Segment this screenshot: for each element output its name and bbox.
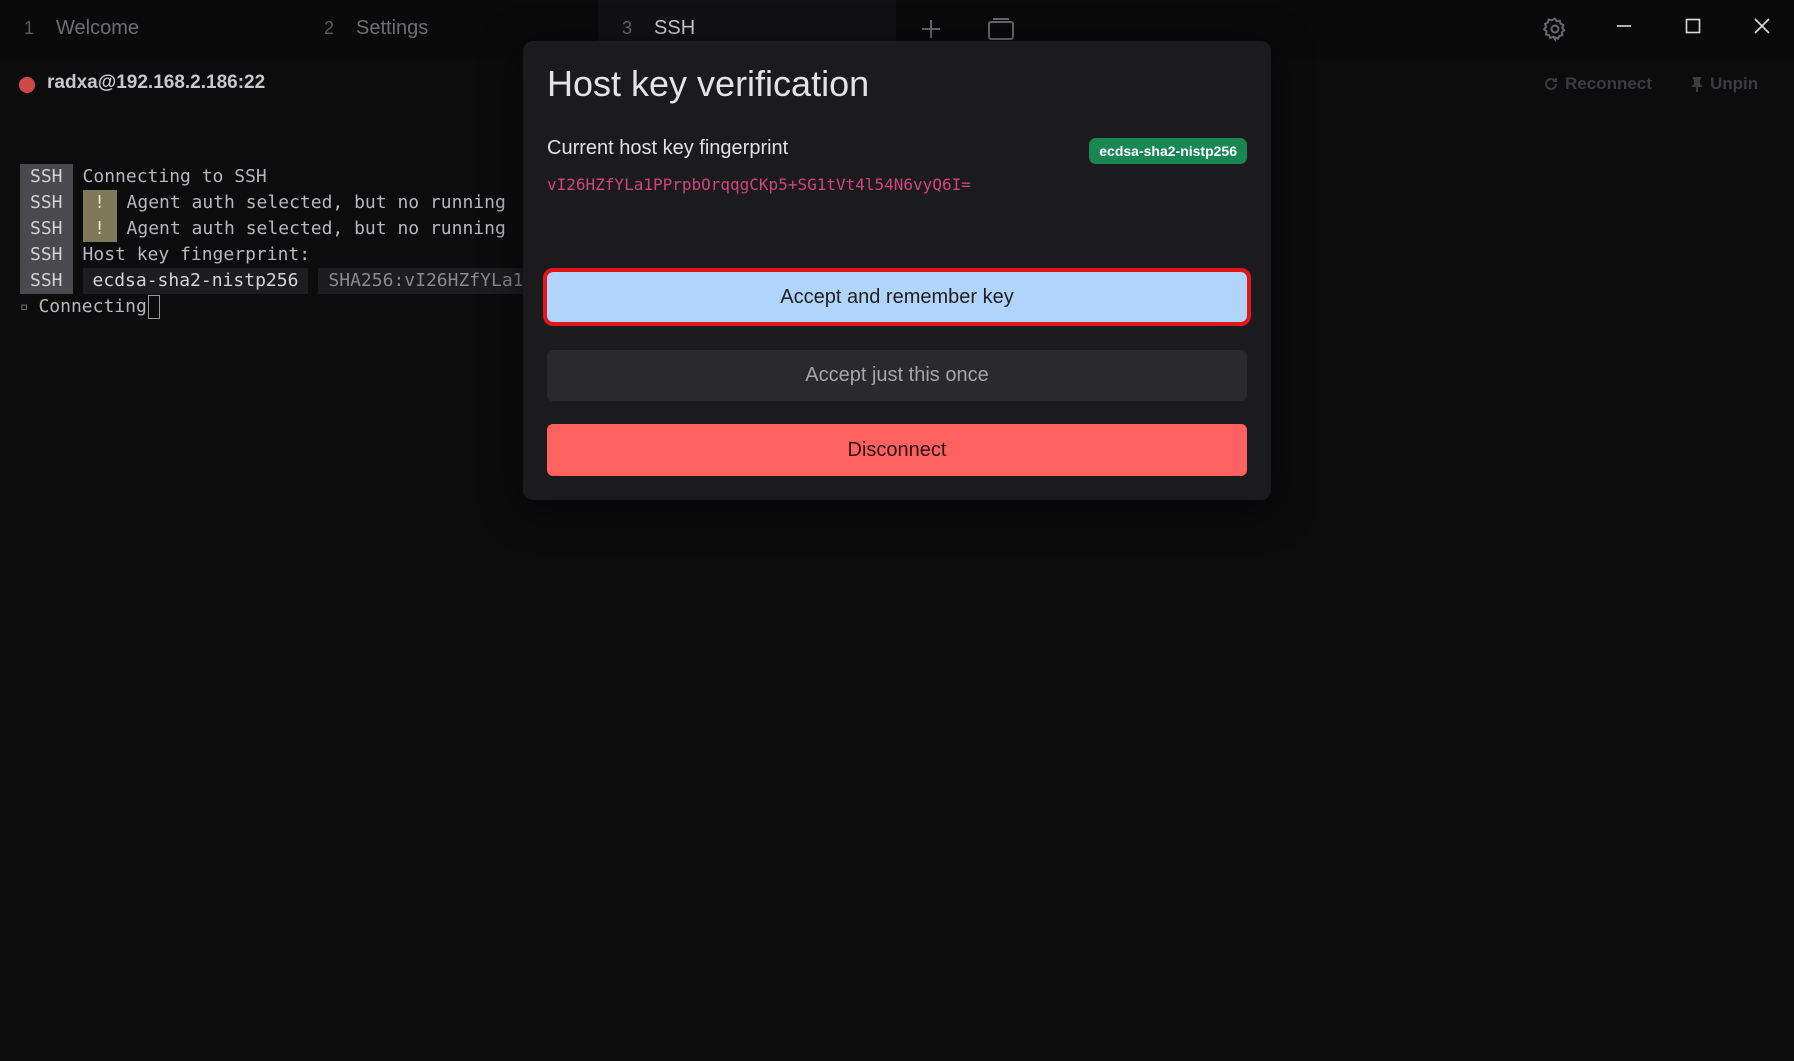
warning-icon: ! — [82, 190, 117, 216]
terminal-text: Agent auth selected, but no running — [126, 218, 506, 239]
terminal-line: ▫ Connecting — [20, 294, 534, 320]
accept-once-button[interactable]: Accept just this once — [547, 350, 1247, 401]
reconnect-label: Reconnect — [1565, 74, 1652, 93]
terminal-line: SSH Host key fingerprint: — [20, 242, 534, 268]
dialog-title: Host key verification — [547, 63, 870, 104]
host-address: radxa@192.168.2.186:22 — [47, 72, 266, 93]
terminal-line: SSH ! Agent auth selected, but no runnin… — [20, 190, 534, 216]
warning-icon: ! — [82, 216, 117, 242]
maximize-window-icon[interactable] — [1673, 8, 1713, 44]
tab-number: 3 — [622, 18, 633, 38]
key-type-badge: ecdsa-sha2-nistp256 — [1089, 138, 1247, 164]
terminal-line: SSH ecdsa-sha2-nistp256 SHA256:vI26HZfYL… — [20, 268, 534, 294]
terminal-text: Connecting — [38, 296, 147, 317]
ssh-tag: SSH — [20, 216, 73, 242]
tab-number: 1 — [24, 18, 35, 38]
terminal-output[interactable]: SSH Connecting to SSH SSH ! Agent auth s… — [20, 164, 534, 320]
connection-status-dot — [19, 77, 35, 93]
terminal-cursor — [147, 295, 160, 319]
tab-welcome[interactable]: 1 Welcome — [0, 0, 324, 57]
spinner-icon: ▫ — [20, 299, 29, 315]
terminal-line: SSH ! Agent auth selected, but no runnin… — [20, 216, 534, 242]
ssh-tag: SSH — [20, 164, 73, 190]
tab-number: 2 — [324, 18, 335, 38]
ssh-tag: SSH — [20, 242, 73, 268]
unpin-label: Unpin — [1710, 74, 1759, 93]
close-window-icon[interactable] — [1742, 8, 1782, 44]
host-key-verification-dialog: Host key verification Current host key f… — [523, 41, 1271, 500]
pin-icon — [1691, 77, 1703, 92]
ssh-tag: SSH — [20, 268, 73, 294]
reconnect-button[interactable]: Reconnect — [1543, 74, 1652, 94]
reconnect-icon — [1545, 77, 1557, 90]
tab-label: SSH — [654, 17, 696, 39]
accept-and-remember-key-button[interactable]: Accept and remember key — [543, 268, 1251, 326]
key-type-label: ecdsa-sha2-nistp256 — [82, 268, 309, 294]
fingerprint-value: vI26HZfYLa1PPrpbOrqqgCKp5+SG1tVt4l54N6vy… — [547, 175, 971, 194]
tab-label: Settings — [356, 17, 429, 39]
minimize-window-icon[interactable] — [1604, 8, 1644, 44]
terminal-line: SSH Connecting to SSH — [20, 164, 534, 190]
fingerprint-label: Current host key fingerprint — [547, 137, 789, 159]
unpin-button[interactable]: Unpin — [1690, 74, 1758, 94]
ssh-tag: SSH — [20, 190, 73, 216]
disconnect-button[interactable]: Disconnect — [547, 424, 1247, 476]
terminal-text: Connecting to SSH — [82, 166, 267, 187]
terminal-text: Host key fingerprint: — [82, 244, 311, 265]
key-hash-label: SHA256:vI26HZfYLa1 — [318, 268, 534, 294]
tab-label: Welcome — [56, 17, 140, 39]
terminal-text: Agent auth selected, but no running — [126, 192, 506, 213]
settings-gear-icon[interactable] — [1538, 12, 1572, 46]
